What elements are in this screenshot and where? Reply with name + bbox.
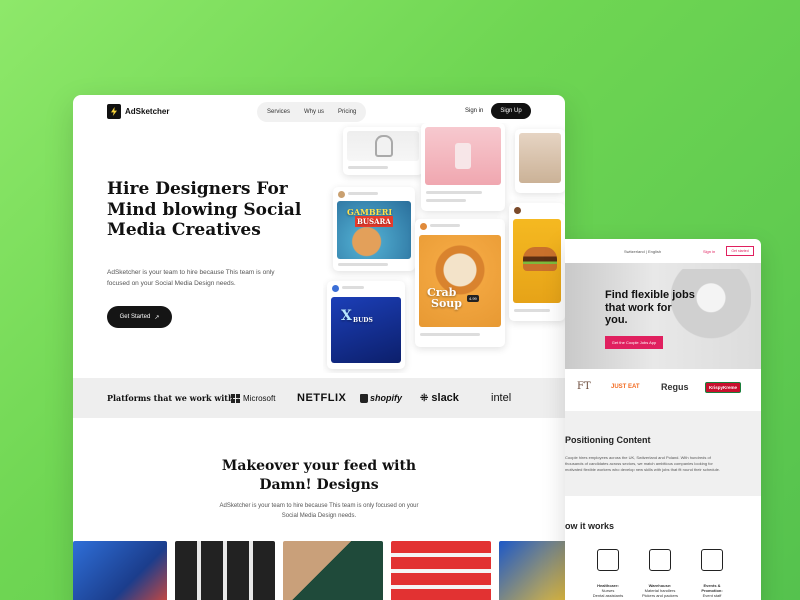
section-title-text: Makeover your feed with Damn! Designs	[221, 458, 417, 493]
get-started-button[interactable]: Get Started ↗	[107, 306, 172, 328]
brand-microsoft-label: Microsoft	[243, 393, 276, 403]
microsoft-logo-icon	[231, 393, 240, 403]
logo[interactable]: AdSketcher	[107, 104, 169, 119]
buds-x: X	[341, 308, 352, 324]
brand-slack: ⁜ slack	[420, 392, 459, 404]
healthcare-caption: Healthcare: Nurses Dental assistants	[588, 583, 628, 598]
sign-up-button[interactable]: Sign Up	[491, 103, 531, 119]
hero-title: Hire Designers For Mind blowing Social M…	[107, 179, 302, 240]
get-started-label: Get Started	[119, 314, 151, 320]
avatar	[338, 191, 345, 198]
logo-krispy-kreme: KrispyKreme	[705, 382, 742, 393]
logo-just-eat: JUST EAT	[611, 384, 640, 390]
arrow-up-right-icon: ↗	[154, 314, 160, 321]
language-selector[interactable]: Switzerland | English	[624, 249, 661, 254]
lightning-logo-icon	[107, 104, 121, 119]
events-caption: Events & Promotion: Event staff	[692, 583, 732, 598]
megaphone-icon	[701, 549, 723, 571]
nav-menu: Services Why us Pricing	[257, 102, 367, 122]
warehouse-trolley-icon	[649, 549, 671, 571]
perfume-image	[455, 143, 471, 169]
social-posts-collage: GAMBERI BUSARA X BUDS Crab Soup 4.99	[323, 123, 565, 373]
secondary-hero-title: Find flexible jobs that work for you.	[605, 289, 695, 326]
thumbnail[interactable]	[175, 541, 275, 600]
post-bag	[343, 127, 423, 175]
post-crab-soup: Crab Soup 4.99	[415, 219, 505, 347]
secondary-landing-page: Switzerland | English Sign in Get starte…	[565, 239, 761, 600]
brand-intel: intel	[491, 392, 512, 404]
post-gamberi: GAMBERI BUSARA	[333, 187, 415, 271]
bag-image	[375, 135, 393, 157]
buds-word: BUDS	[353, 317, 373, 324]
warehouse-caption: Warehouse: Material handlers Pickers and…	[640, 583, 680, 598]
sign-in-link[interactable]: Sign in	[465, 108, 483, 114]
get-app-button[interactable]: Get the Coople Jobs App	[605, 336, 663, 349]
burger-image	[523, 247, 557, 271]
nav-item-why-us[interactable]: Why us	[304, 109, 324, 115]
client-logos: FT JUST EAT Regus KrispyKreme	[565, 369, 761, 411]
secondary-sign-in-link[interactable]: Sign in	[703, 249, 715, 254]
secondary-get-started-button[interactable]: Get started	[726, 246, 754, 256]
brand-shopify: shopify	[360, 393, 402, 403]
nav-item-services[interactable]: Services	[267, 109, 290, 115]
portfolio-thumbnails	[73, 541, 565, 600]
food-word: BUSARA	[355, 216, 393, 227]
post-burger	[509, 203, 565, 321]
brand-netflix: NETFLIX	[297, 392, 347, 404]
logo-text: AdSketcher	[125, 107, 170, 116]
slack-logo-icon: ⁜	[420, 392, 429, 404]
logo-ft: FT	[577, 381, 591, 392]
how-it-works-heading: ow it works	[565, 521, 615, 531]
secondary-hero: Find flexible jobs that work for you. Ge…	[565, 263, 761, 369]
shopify-bag-icon	[360, 393, 368, 403]
post-perfume	[421, 123, 505, 211]
logo-regus: Regus	[661, 382, 689, 392]
price-tag: 4.99	[467, 295, 479, 302]
positioning-section: Positioning Content Coople hires employe…	[565, 411, 761, 496]
section-title: Makeover your feed with Damn! Designs	[73, 457, 565, 495]
positioning-text: Coople hires employees across the UK, Sw…	[565, 455, 720, 472]
avatar	[420, 223, 427, 230]
hero-subtitle: AdSketcher is your team to hire because …	[107, 269, 275, 287]
brand-microsoft: Microsoft	[231, 393, 276, 403]
main-landing-page: AdSketcher Services Why us Pricing Sign …	[73, 95, 565, 600]
caption-line: Event staff	[702, 593, 722, 598]
nav-item-pricing[interactable]: Pricing	[338, 109, 356, 115]
platforms-label: Platforms that we work with :	[107, 393, 240, 403]
thumbnail[interactable]	[499, 541, 565, 600]
thumbnail[interactable]	[283, 541, 383, 600]
avatar	[332, 285, 339, 292]
food-word: Soup	[431, 297, 462, 310]
platforms-strip: Platforms that we work with : Microsoft …	[73, 378, 565, 418]
avatar	[514, 207, 521, 214]
post-buds: X BUDS	[327, 281, 405, 369]
secondary-nav: Switzerland | English Sign in Get starte…	[565, 239, 761, 263]
healthcare-icon	[597, 549, 619, 571]
caption-line: Dental assistants	[592, 593, 624, 598]
thumbnail[interactable]	[391, 541, 491, 600]
brand-slack-label: slack	[431, 392, 459, 404]
thumbnail[interactable]	[73, 541, 167, 600]
caption-line: Pickers and packers	[641, 593, 678, 598]
brand-shopify-label: shopify	[370, 393, 403, 403]
post-partial-1	[515, 129, 565, 193]
section-subtitle: AdSketcher is your team to hire because …	[219, 503, 419, 519]
positioning-heading: Positioning Content	[565, 435, 651, 445]
